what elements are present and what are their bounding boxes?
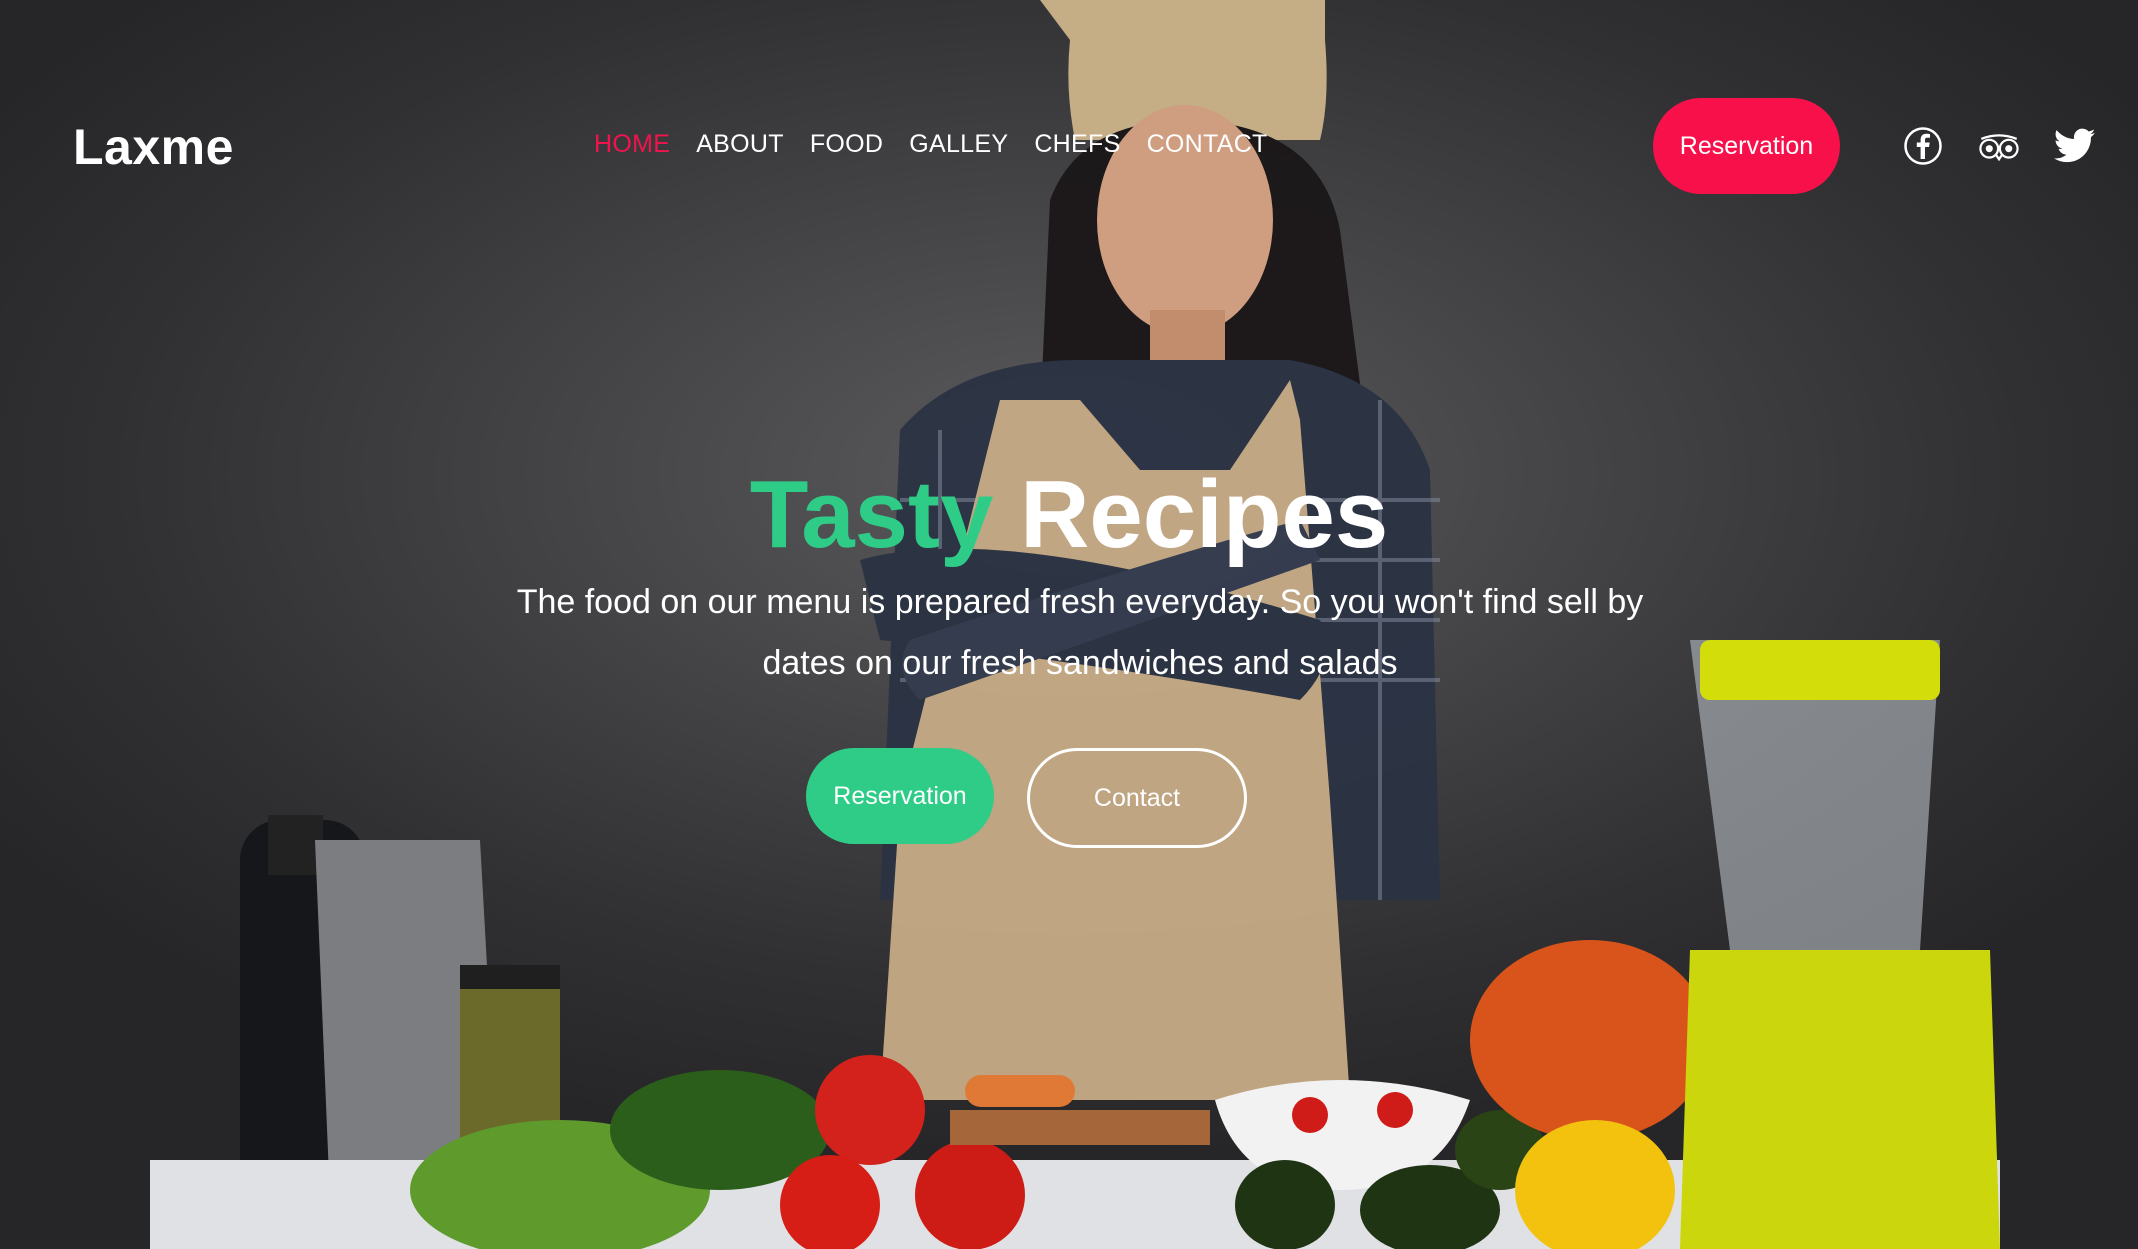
main-menu: HOME ABOUT FOOD GALLEY CHEFS CONTACT xyxy=(594,130,1268,159)
nav-item-about[interactable]: ABOUT xyxy=(696,130,784,159)
nav-item-food[interactable]: FOOD xyxy=(810,130,883,159)
hero-section: Laxme HOME ABOUT FOOD GALLEY CHEFS CONTA… xyxy=(0,0,2138,1249)
tripadvisor-icon[interactable] xyxy=(1976,123,2022,169)
nav-item-contact[interactable]: CONTACT xyxy=(1147,130,1268,159)
twitter-icon[interactable] xyxy=(2052,123,2098,169)
top-navigation: Laxme HOME ABOUT FOOD GALLEY CHEFS CONTA… xyxy=(0,98,2138,194)
header-reservation-button[interactable]: Reservation xyxy=(1653,98,1840,194)
nav-item-chefs[interactable]: CHEFS xyxy=(1034,130,1120,159)
hero-headline: Tasty Recipes xyxy=(0,460,2138,570)
hero-reservation-button[interactable]: Reservation xyxy=(806,748,994,844)
facebook-icon[interactable] xyxy=(1900,123,1946,169)
hero-contact-button[interactable]: Contact xyxy=(1027,748,1247,848)
nav-item-home[interactable]: HOME xyxy=(594,130,670,159)
nav-item-galley[interactable]: GALLEY xyxy=(909,130,1008,159)
headline-main: Recipes xyxy=(1020,461,1389,568)
social-links xyxy=(1900,123,2098,169)
site-logo[interactable]: Laxme xyxy=(73,118,234,176)
headline-accent: Tasty xyxy=(749,461,994,568)
hero-subtext: The food on our menu is prepared fresh e… xyxy=(516,583,1644,682)
hero-actions: Reservation Contact xyxy=(0,748,2138,848)
